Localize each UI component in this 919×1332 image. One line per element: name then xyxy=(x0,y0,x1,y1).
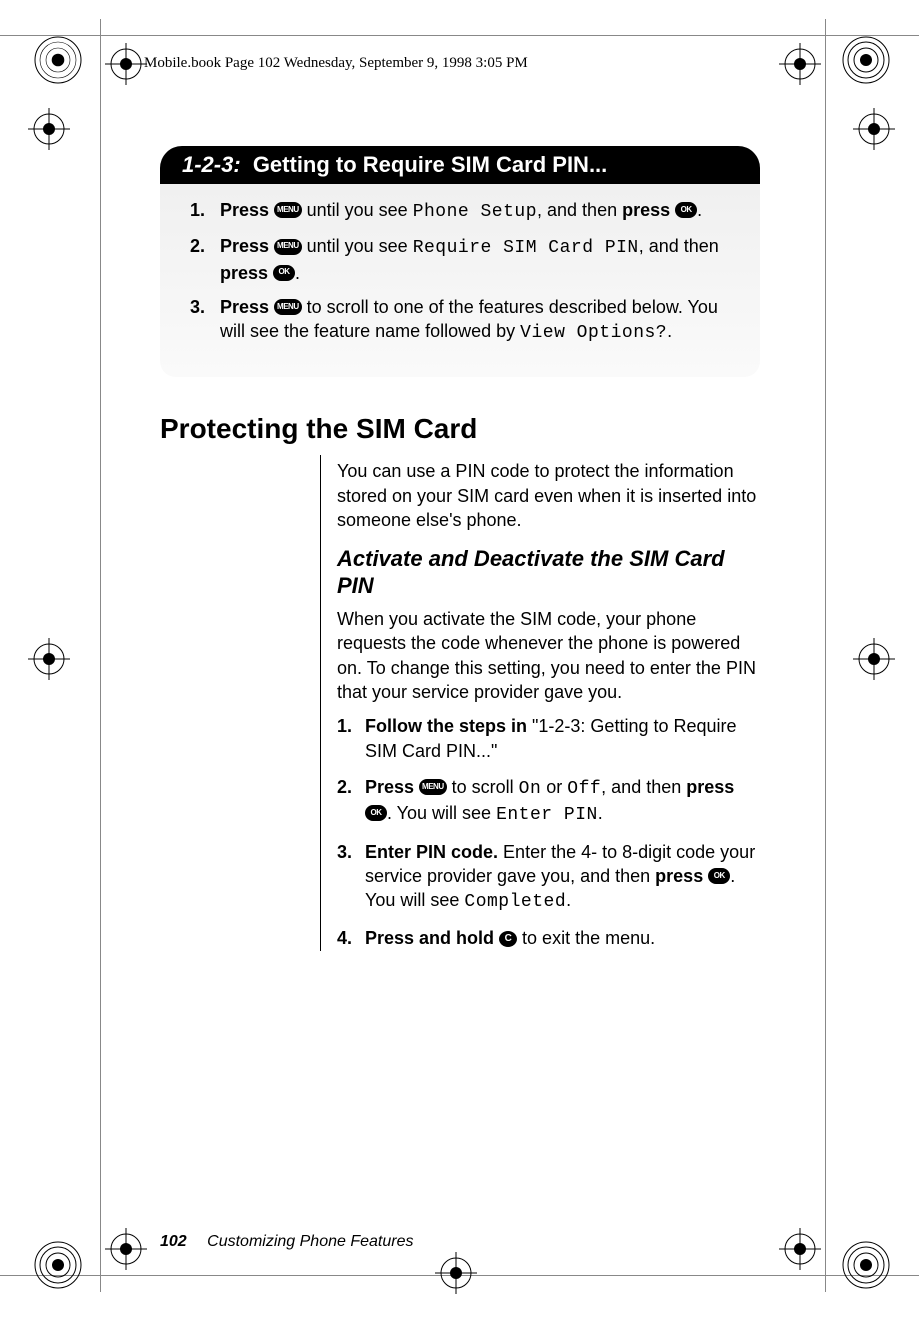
step-number: 3. xyxy=(190,295,220,319)
registration-mark-icon xyxy=(33,35,83,85)
display-text: Completed xyxy=(464,892,566,912)
display-text: Off xyxy=(567,779,601,799)
steps-box-body: 1. Press MENU until you see Phone Setup,… xyxy=(160,184,760,377)
ok-button-icon: OK xyxy=(365,805,387,821)
text: . xyxy=(667,321,672,341)
step-number: 1. xyxy=(190,198,220,222)
steps-prefix: 1-2-3: xyxy=(182,152,241,177)
registration-target-icon xyxy=(779,43,821,85)
registration-target-icon xyxy=(853,108,895,150)
subintro-paragraph: When you activate the SIM code, your pho… xyxy=(337,607,760,704)
substep-number: 4. xyxy=(337,926,365,950)
menu-button-icon: MENU xyxy=(274,202,302,218)
text-bold: press xyxy=(220,263,273,283)
page-footer: 102 Customizing Phone Features xyxy=(160,1233,413,1251)
page-meta-header: Mobile.book Page 102 Wednesday, Septembe… xyxy=(144,55,528,72)
text: . xyxy=(295,263,300,283)
display-text: Enter PIN xyxy=(496,805,598,825)
registration-target-icon xyxy=(28,108,70,150)
text: . You will see xyxy=(387,803,496,823)
text-bold: Press and hold xyxy=(365,928,499,948)
text: , and then xyxy=(537,200,622,220)
display-text: Require SIM Card PIN xyxy=(413,238,639,258)
subsection-heading: Activate and Deactivate the SIM Card PIN xyxy=(337,546,760,599)
substep-item: 1. Follow the steps in "1-2-3: Getting t… xyxy=(337,714,760,763)
registration-target-icon xyxy=(853,638,895,680)
substep-text: Press MENU to scroll On or Off, and then… xyxy=(365,775,760,828)
crop-tick xyxy=(100,19,101,35)
text: to exit the menu. xyxy=(517,928,655,948)
substep-item: 2. Press MENU to scroll On or Off, and t… xyxy=(337,775,760,828)
crop-tick xyxy=(825,19,826,35)
substep-item: 4. Press and hold C to exit the menu. xyxy=(337,926,760,950)
steps-box-title: 1-2-3: Getting to Require SIM Card PIN..… xyxy=(160,146,760,184)
text-bold: Press xyxy=(220,200,274,220)
c-button-icon: C xyxy=(499,931,517,947)
ok-button-icon: OK xyxy=(273,265,295,281)
registration-mark-icon xyxy=(33,1240,83,1290)
text: or xyxy=(541,777,567,797)
step-text: Press MENU until you see Phone Setup, an… xyxy=(220,198,702,224)
registration-target-icon xyxy=(105,1228,147,1270)
ok-button-icon: OK xyxy=(675,202,697,218)
intro-paragraph: You can use a PIN code to protect the in… xyxy=(337,459,760,532)
substep-number: 3. xyxy=(337,840,365,864)
display-text: Phone Setup xyxy=(413,202,537,222)
crop-tick xyxy=(825,1276,826,1292)
substep-number: 2. xyxy=(337,775,365,799)
substep-text: Press and hold C to exit the menu. xyxy=(365,926,655,950)
step-number: 2. xyxy=(190,234,220,258)
text: . xyxy=(598,803,603,823)
text: . xyxy=(697,200,702,220)
registration-target-icon xyxy=(435,1252,477,1294)
text-bold: Press xyxy=(365,777,419,797)
text-bold: Press xyxy=(220,297,274,317)
steps-title-text: Getting to Require SIM Card PIN... xyxy=(253,152,607,177)
text-bold: press xyxy=(686,777,734,797)
substep-text: Follow the steps in "1-2-3: Getting to R… xyxy=(365,714,760,763)
text-bold: Follow the steps in xyxy=(365,716,532,736)
step-text: Press MENU to scroll to one of the featu… xyxy=(220,295,730,346)
text: until you see xyxy=(302,236,413,256)
page-content: 1-2-3: Getting to Require SIM Card PIN..… xyxy=(160,146,760,963)
text: , and then xyxy=(601,777,686,797)
section-heading: Protecting the SIM Card xyxy=(160,413,760,445)
registration-target-icon xyxy=(779,1228,821,1270)
registration-target-icon xyxy=(105,43,147,85)
text: until you see xyxy=(302,200,413,220)
section-body: You can use a PIN code to protect the in… xyxy=(320,455,760,950)
display-text: On xyxy=(519,779,542,799)
text-bold: Enter PIN code. xyxy=(365,842,503,862)
menu-button-icon: MENU xyxy=(274,299,302,315)
text: . xyxy=(566,890,571,910)
text-bold: press xyxy=(622,200,675,220)
step-item: 2. Press MENU until you see Require SIM … xyxy=(190,234,730,285)
page-number: 102 xyxy=(160,1233,187,1250)
text-bold: Press xyxy=(220,236,274,256)
substep-text: Enter PIN code. Enter the 4- to 8-digit … xyxy=(365,840,760,915)
text: , and then xyxy=(639,236,719,256)
registration-mark-icon xyxy=(841,35,891,85)
ok-button-icon: OK xyxy=(708,868,730,884)
substep-number: 1. xyxy=(337,714,365,738)
chapter-name: Customizing Phone Features xyxy=(207,1233,413,1250)
registration-target-icon xyxy=(28,638,70,680)
text: to scroll xyxy=(447,777,519,797)
registration-mark-icon xyxy=(841,1240,891,1290)
text-bold: press xyxy=(655,866,708,886)
menu-button-icon: MENU xyxy=(274,239,302,255)
step-text: Press MENU until you see Require SIM Car… xyxy=(220,234,730,285)
menu-button-icon: MENU xyxy=(419,779,447,795)
crop-tick xyxy=(100,1276,101,1292)
substep-item: 3. Enter PIN code. Enter the 4- to 8-dig… xyxy=(337,840,760,915)
step-item: 1. Press MENU until you see Phone Setup,… xyxy=(190,198,730,224)
step-item: 3. Press MENU to scroll to one of the fe… xyxy=(190,295,730,346)
display-text: View Options? xyxy=(520,323,667,343)
